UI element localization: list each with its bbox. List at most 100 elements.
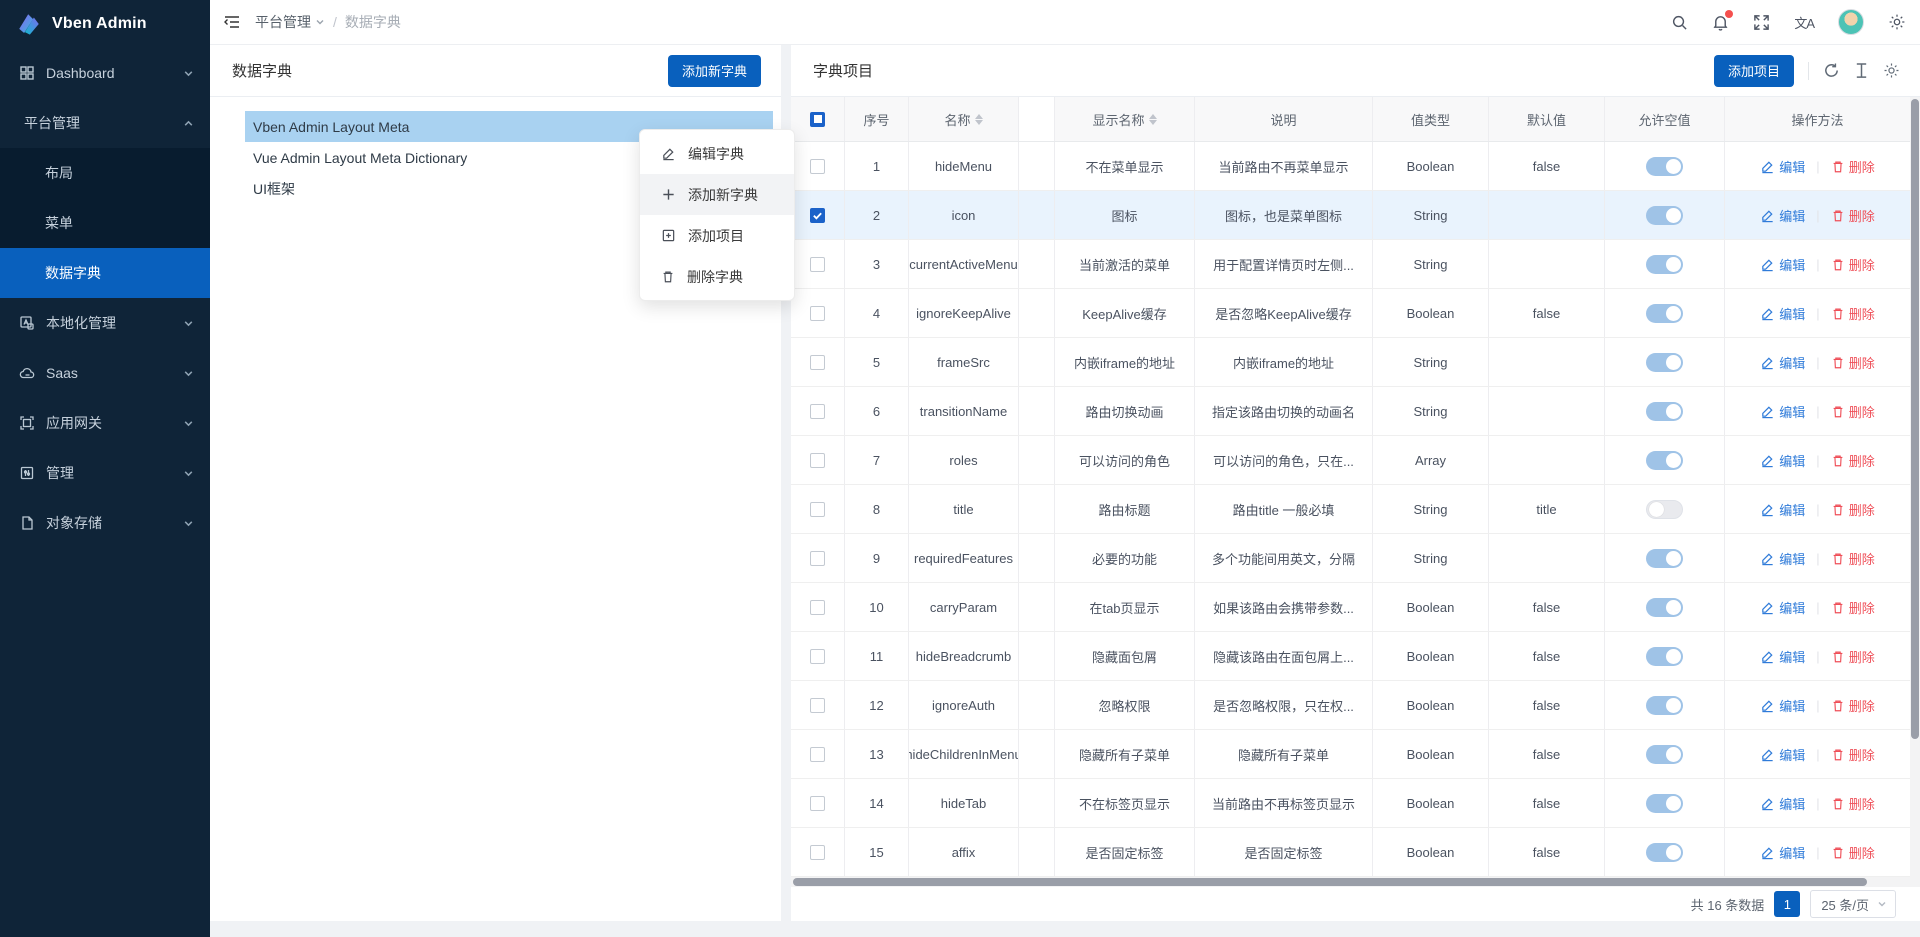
sidebar-item-dashboard[interactable]: Dashboard xyxy=(0,48,210,98)
allow-empty-toggle[interactable] xyxy=(1646,549,1683,568)
column-header-actions[interactable]: 操作方法 xyxy=(1725,97,1910,141)
allow-empty-toggle[interactable] xyxy=(1646,794,1683,813)
settings-icon[interactable] xyxy=(1883,62,1900,79)
breadcrumb-platform[interactable]: 平台管理 xyxy=(255,12,325,32)
edit-button[interactable]: 编辑 xyxy=(1760,451,1805,470)
column-header-default[interactable]: 默认值 xyxy=(1489,97,1605,141)
select-all-checkbox[interactable] xyxy=(810,112,825,127)
row-checkbox[interactable] xyxy=(810,355,825,370)
row-checkbox[interactable] xyxy=(810,453,825,468)
context-menu-item-add-dict[interactable]: 添加新字典 xyxy=(640,174,794,215)
horizontal-scrollbar-thumb[interactable] xyxy=(793,878,1867,886)
row-checkbox[interactable] xyxy=(810,796,825,811)
edit-button[interactable]: 编辑 xyxy=(1760,206,1805,225)
edit-button[interactable]: 编辑 xyxy=(1760,647,1805,666)
row-checkbox[interactable] xyxy=(810,306,825,321)
row-checkbox[interactable] xyxy=(810,698,825,713)
row-checkbox[interactable] xyxy=(810,551,825,566)
sort-icon[interactable] xyxy=(1149,114,1157,125)
fullscreen-icon[interactable] xyxy=(1753,14,1770,31)
allow-empty-toggle[interactable] xyxy=(1646,598,1683,617)
allow-empty-toggle[interactable] xyxy=(1646,304,1683,323)
column-header-type[interactable]: 值类型 xyxy=(1373,97,1489,141)
edit-button[interactable]: 编辑 xyxy=(1760,549,1805,568)
allow-empty-toggle[interactable] xyxy=(1646,500,1683,519)
delete-button[interactable]: 删除 xyxy=(1831,843,1875,862)
allow-empty-toggle[interactable] xyxy=(1646,745,1683,764)
edit-button[interactable]: 编辑 xyxy=(1760,745,1805,764)
collapse-sidebar-icon[interactable] xyxy=(223,13,241,31)
allow-empty-toggle[interactable] xyxy=(1646,157,1683,176)
column-header-desc[interactable]: 说明 xyxy=(1195,97,1373,141)
edit-button[interactable]: 编辑 xyxy=(1760,304,1805,323)
bell-icon[interactable] xyxy=(1712,14,1729,31)
allow-empty-toggle[interactable] xyxy=(1646,451,1683,470)
sidebar-item-menu[interactable]: 菜单 xyxy=(0,198,210,248)
edit-button[interactable]: 编辑 xyxy=(1760,402,1805,421)
sidebar-item-platform-management[interactable]: 平台管理 xyxy=(0,98,210,148)
row-height-icon[interactable] xyxy=(1854,62,1869,79)
edit-button[interactable]: 编辑 xyxy=(1760,843,1805,862)
sidebar-item-data-dictionary[interactable]: 数据字典 xyxy=(0,248,210,298)
context-menu-item-add-item[interactable]: 添加项目 xyxy=(640,215,794,256)
allow-empty-toggle[interactable] xyxy=(1646,402,1683,421)
delete-button[interactable]: 删除 xyxy=(1831,353,1875,372)
edit-button[interactable]: 编辑 xyxy=(1760,500,1805,519)
sidebar-item-saas[interactable]: Saas xyxy=(0,348,210,398)
sort-icon[interactable] xyxy=(975,114,983,125)
row-checkbox[interactable] xyxy=(810,649,825,664)
row-checkbox[interactable] xyxy=(810,159,825,174)
translate-icon[interactable]: 文A xyxy=(1794,13,1814,32)
delete-button[interactable]: 删除 xyxy=(1831,500,1875,519)
add-item-button[interactable]: 添加项目 xyxy=(1714,55,1794,87)
delete-button[interactable]: 删除 xyxy=(1831,451,1875,470)
row-checkbox[interactable] xyxy=(810,600,825,615)
row-checkbox[interactable] xyxy=(810,845,825,860)
column-header-display[interactable]: 显示名称 xyxy=(1055,97,1195,141)
allow-empty-toggle[interactable] xyxy=(1646,255,1683,274)
edit-button[interactable]: 编辑 xyxy=(1760,794,1805,813)
sidebar-item-localization[interactable]: 本地化管理 xyxy=(0,298,210,348)
sidebar-item-layout[interactable]: 布局 xyxy=(0,148,210,198)
search-icon[interactable] xyxy=(1671,14,1688,31)
sidebar-item-object-storage[interactable]: 对象存储 xyxy=(0,498,210,548)
row-checkbox[interactable] xyxy=(810,257,825,272)
edit-button[interactable]: 编辑 xyxy=(1760,255,1805,274)
context-menu-item-edit-dict[interactable]: 编辑字典 xyxy=(640,133,794,174)
row-checkbox[interactable] xyxy=(810,502,825,517)
delete-button[interactable]: 删除 xyxy=(1831,598,1875,617)
refresh-icon[interactable] xyxy=(1823,62,1840,79)
column-header-allow_empty[interactable]: 允许空值 xyxy=(1605,97,1725,141)
allow-empty-toggle[interactable] xyxy=(1646,206,1683,225)
edit-button[interactable]: 编辑 xyxy=(1760,598,1805,617)
page-size-select[interactable]: 25 条/页 xyxy=(1810,890,1896,918)
delete-button[interactable]: 删除 xyxy=(1831,206,1875,225)
sidebar-item-app-gateway[interactable]: 应用网关 xyxy=(0,398,210,448)
vertical-scrollbar-thumb[interactable] xyxy=(1911,99,1919,739)
delete-button[interactable]: 删除 xyxy=(1831,255,1875,274)
row-checkbox[interactable] xyxy=(810,747,825,762)
allow-empty-toggle[interactable] xyxy=(1646,843,1683,862)
add-dictionary-button[interactable]: 添加新字典 xyxy=(668,55,761,87)
edit-button[interactable]: 编辑 xyxy=(1760,696,1805,715)
delete-button[interactable]: 删除 xyxy=(1831,696,1875,715)
context-menu-item-delete-dict[interactable]: 删除字典 xyxy=(640,256,794,297)
allow-empty-toggle[interactable] xyxy=(1646,353,1683,372)
settings-icon[interactable] xyxy=(1888,13,1906,31)
edit-button[interactable]: 编辑 xyxy=(1760,353,1805,372)
app-logo[interactable]: Vben Admin xyxy=(0,0,210,48)
delete-button[interactable]: 删除 xyxy=(1831,647,1875,666)
row-checkbox[interactable] xyxy=(810,404,825,419)
allow-empty-toggle[interactable] xyxy=(1646,696,1683,715)
column-header-name[interactable]: 名称 xyxy=(909,97,1019,141)
delete-button[interactable]: 删除 xyxy=(1831,549,1875,568)
allow-empty-toggle[interactable] xyxy=(1646,647,1683,666)
delete-button[interactable]: 删除 xyxy=(1831,794,1875,813)
sidebar-item-management[interactable]: 管理 xyxy=(0,448,210,498)
delete-button[interactable]: 删除 xyxy=(1831,157,1875,176)
row-checkbox[interactable] xyxy=(810,208,825,223)
user-avatar[interactable] xyxy=(1838,9,1864,35)
page-1-button[interactable]: 1 xyxy=(1774,891,1800,917)
column-header-no[interactable]: 序号 xyxy=(845,97,909,141)
delete-button[interactable]: 删除 xyxy=(1831,304,1875,323)
